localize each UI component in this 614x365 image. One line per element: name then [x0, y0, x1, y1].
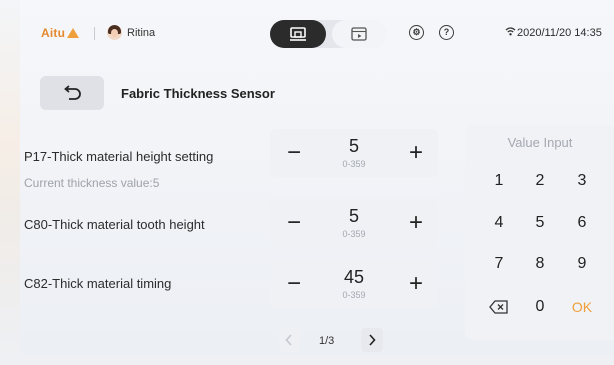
stepper-range: 0-359	[342, 229, 366, 239]
main-screen: Aitu Ritina ⚙ ? 2020/11/20 14:35 Fabric …	[20, 0, 614, 355]
background-left	[0, 0, 20, 365]
key-8[interactable]: 8	[523, 247, 557, 281]
key-1[interactable]: 1	[482, 164, 516, 198]
decrement-button[interactable]: −	[272, 199, 316, 247]
setting-label-c82: C82-Thick material timing	[24, 276, 172, 291]
page-title: Fabric Thickness Sensor	[121, 86, 275, 101]
key-2[interactable]: 2	[523, 164, 557, 198]
divider	[94, 27, 95, 40]
background-bottom	[0, 355, 614, 365]
prev-page-button[interactable]	[278, 328, 300, 352]
backspace-key[interactable]	[482, 290, 516, 324]
avatar-face	[111, 29, 118, 37]
stepper-range: 0-359	[342, 159, 366, 169]
chevron-left-icon	[285, 334, 292, 346]
backspace-icon	[489, 300, 508, 314]
mode-switch	[270, 20, 386, 48]
page-indicator: 1/3	[319, 335, 335, 347]
key-7[interactable]: 7	[482, 247, 516, 281]
key-4[interactable]: 4	[482, 206, 516, 240]
ok-key[interactable]: OK	[565, 290, 599, 324]
machine-mode-button[interactable]	[270, 20, 326, 48]
back-arrow-icon	[64, 85, 81, 100]
stepper-c82: − 45 0-359 +	[270, 260, 438, 308]
chevron-right-icon	[369, 334, 376, 346]
increment-button[interactable]: +	[394, 129, 438, 177]
user-name[interactable]: Ritina	[127, 27, 155, 39]
keypad-title: Value Input	[507, 135, 573, 150]
wifi-icon	[505, 27, 516, 36]
key-9[interactable]: 9	[565, 247, 599, 281]
video-mode-button[interactable]	[332, 20, 386, 48]
avatar[interactable]	[107, 25, 122, 40]
key-0[interactable]: 0	[523, 290, 557, 324]
back-button[interactable]	[40, 76, 104, 110]
gear-icon[interactable]: ⚙	[409, 25, 424, 40]
key-5[interactable]: 5	[523, 206, 557, 240]
brand-logo: Aitu	[41, 26, 80, 40]
next-page-button[interactable]	[361, 328, 383, 352]
status-bar: Aitu Ritina ⚙ ? 2020/11/20 14:35	[20, 0, 614, 60]
datetime: 2020/11/20 14:35	[517, 27, 602, 39]
decrement-button[interactable]: −	[272, 260, 316, 308]
video-mode-icon	[351, 27, 367, 41]
increment-button[interactable]: +	[394, 199, 438, 247]
logo-triangle-icon	[67, 28, 80, 38]
brand-name: Aitu	[41, 26, 66, 40]
stepper-value[interactable]: 45	[314, 267, 394, 288]
stepper-value[interactable]: 5	[314, 206, 394, 227]
stepper-c80: − 5 0-359 +	[270, 199, 438, 247]
stepper-range: 0-359	[342, 290, 366, 300]
help-icon[interactable]: ?	[439, 25, 454, 40]
value-input-keypad: Value Input 1 2 3 4 5 6 7 8 9 0 OK	[465, 125, 614, 340]
setting-label-c80: C80-Thick material tooth height	[24, 217, 205, 232]
key-6[interactable]: 6	[565, 206, 599, 240]
stepper-value[interactable]: 5	[314, 136, 394, 157]
increment-button[interactable]: +	[394, 260, 438, 308]
stepper-p17: − 5 0-359 +	[270, 129, 438, 177]
setting-label-p17: P17-Thick material height setting	[24, 149, 214, 164]
key-3[interactable]: 3	[565, 164, 599, 198]
current-thickness-label: Current thickness value:5	[24, 176, 160, 190]
machine-mode-icon	[290, 27, 306, 41]
decrement-button[interactable]: −	[272, 129, 316, 177]
